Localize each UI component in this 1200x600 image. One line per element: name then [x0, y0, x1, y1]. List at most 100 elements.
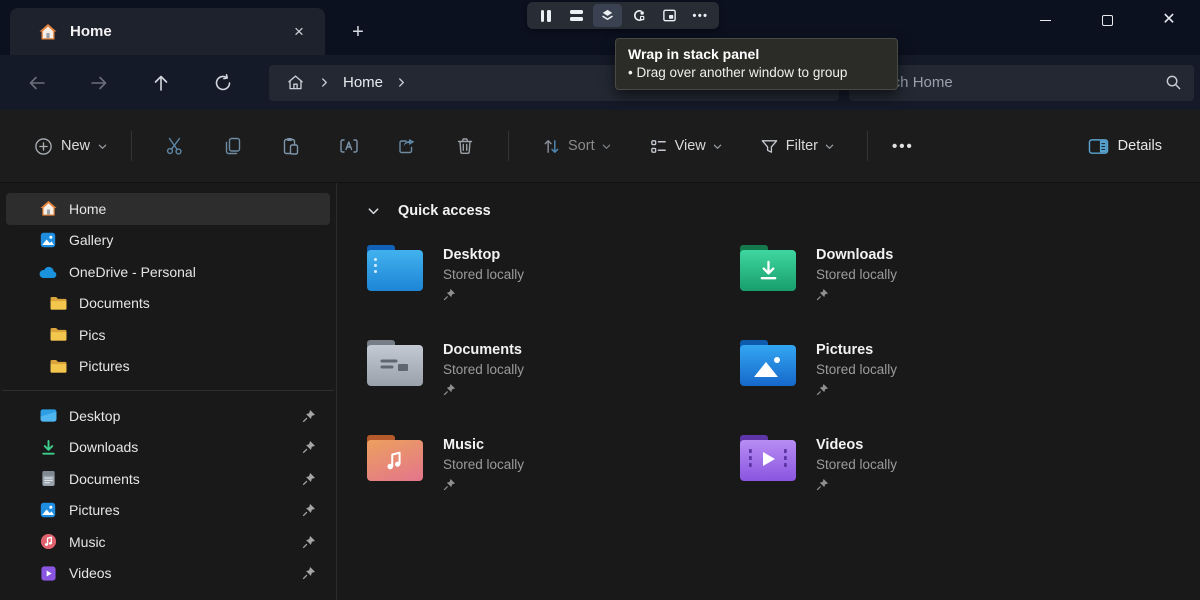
search-icon[interactable] — [1165, 74, 1182, 91]
pin-icon — [302, 472, 316, 486]
tile-column-right: Downloads Stored locally — [740, 245, 1113, 496]
rows-icon[interactable] — [562, 4, 591, 27]
pin-icon — [443, 288, 456, 301]
chevron-down-icon — [98, 142, 107, 151]
chevron-down-icon[interactable] — [367, 205, 380, 218]
sidebar-divider — [2, 390, 334, 391]
back-button[interactable] — [17, 65, 57, 101]
tile-downloads[interactable]: Downloads Stored locally — [740, 245, 1113, 306]
videos-folder-icon — [740, 435, 796, 481]
tile-column-left: Desktop Stored locally — [367, 245, 740, 496]
details-button[interactable]: Details — [1078, 131, 1172, 162]
tile-name: Music — [443, 437, 524, 453]
onedrive-cloud-icon — [38, 262, 58, 282]
pin-icon — [443, 383, 456, 396]
sidebar-item-home[interactable]: Home — [6, 193, 330, 225]
tile-documents[interactable]: Documents Stored locally — [367, 340, 740, 401]
chevron-right-icon[interactable] — [389, 78, 414, 87]
tab-title: Home — [70, 23, 285, 40]
pause-icon[interactable] — [531, 4, 560, 27]
sidebar-item-downloads[interactable]: Downloads — [6, 432, 330, 464]
sidebar-item-label: Music — [69, 534, 302, 550]
pip-icon[interactable] — [655, 4, 684, 27]
sort-label: Sort — [568, 138, 595, 154]
tile-pictures[interactable]: Pictures Stored locally — [740, 340, 1113, 401]
quick-access-header[interactable]: Quick access — [367, 203, 1200, 219]
explorer-tab-home[interactable]: Home × — [10, 8, 325, 55]
tile-name: Downloads — [816, 247, 897, 263]
forward-button[interactable] — [79, 65, 119, 101]
address-bar: Home — [0, 55, 1200, 110]
tile-music[interactable]: Music Stored locally — [367, 435, 740, 496]
file-list-pane: Quick access Desktop Stored locally — [336, 183, 1200, 600]
share-button[interactable] — [385, 126, 429, 166]
tile-status: Stored locally — [443, 457, 524, 472]
rename-button[interactable] — [327, 126, 371, 166]
sidebar-item-label: Pics — [79, 327, 322, 343]
refresh-button[interactable] — [203, 65, 243, 101]
more-options-button[interactable]: ••• — [892, 138, 914, 155]
maximize-button[interactable] — [1076, 0, 1138, 40]
sidebar-item-label: Home — [69, 201, 322, 217]
sidebar-item-label: Pictures — [79, 358, 322, 374]
sidebar-item-onedrive[interactable]: OneDrive - Personal — [6, 256, 330, 288]
close-button[interactable]: ✕ — [1138, 0, 1200, 40]
desktop-folder-icon — [367, 245, 423, 291]
add-tab-button[interactable]: + — [343, 18, 373, 46]
pictures-icon — [38, 500, 58, 520]
filter-button[interactable]: Filter — [750, 131, 844, 162]
minimize-button[interactable] — [1014, 0, 1076, 40]
tooltip-body: • Drag over another window to group — [628, 65, 885, 80]
pin-icon — [302, 566, 316, 580]
pin-icon — [816, 383, 829, 396]
tile-status: Stored locally — [816, 457, 897, 472]
maximize-icon — [1102, 15, 1113, 26]
chevron-down-icon — [713, 142, 722, 151]
view-button[interactable]: View — [639, 131, 732, 162]
sidebar-item-label: Videos — [69, 565, 302, 581]
sidebar-item-label: Downloads — [69, 439, 302, 455]
sidebar-item-documents-pinned[interactable]: Documents — [6, 463, 330, 495]
tile-status: Stored locally — [443, 267, 524, 282]
home-icon[interactable] — [279, 74, 312, 91]
pin-icon — [302, 409, 316, 423]
stack-tooltip: Wrap in stack panel • Drag over another … — [615, 38, 898, 90]
quick-access-title: Quick access — [398, 203, 491, 219]
sidebar-item-label: Desktop — [69, 408, 302, 424]
pin-icon — [816, 478, 829, 491]
sidebar-item-desktop[interactable]: Desktop — [6, 400, 330, 432]
group-icon[interactable] — [624, 4, 653, 27]
cut-button[interactable] — [153, 126, 197, 166]
close-tab-icon[interactable]: × — [285, 18, 313, 46]
breadcrumb-item-home[interactable]: Home — [337, 74, 389, 91]
sidebar-item-pics[interactable]: Pics — [6, 319, 330, 351]
tile-name: Documents — [443, 342, 524, 358]
tile-desktop[interactable]: Desktop Stored locally — [367, 245, 740, 306]
sidebar-item-pictures[interactable]: Pictures — [6, 351, 330, 383]
pin-icon — [302, 503, 316, 517]
up-button[interactable] — [141, 65, 181, 101]
search-box[interactable] — [849, 65, 1194, 101]
new-button[interactable]: New — [24, 131, 117, 162]
downloads-icon — [38, 437, 58, 457]
details-label: Details — [1118, 138, 1162, 154]
home-icon — [38, 22, 58, 42]
search-input[interactable] — [861, 74, 1165, 91]
music-folder-icon — [367, 435, 423, 481]
more-icon[interactable]: ••• — [686, 4, 715, 27]
sidebar-item-music[interactable]: Music — [6, 526, 330, 558]
sidebar-item-pictures-pinned[interactable]: Pictures — [6, 495, 330, 527]
videos-icon — [38, 563, 58, 583]
sidebar-item-videos[interactable]: Videos — [6, 558, 330, 590]
content-area: Home Gallery OneDrive - Personal — [0, 183, 1200, 600]
sidebar-item-gallery[interactable]: Gallery — [6, 225, 330, 257]
layers-icon[interactable] — [593, 4, 622, 27]
sidebar-item-documents[interactable]: Documents — [6, 288, 330, 320]
tile-videos[interactable]: Videos Stored locally — [740, 435, 1113, 496]
sort-button[interactable]: Sort — [532, 131, 621, 162]
view-label: View — [675, 138, 706, 154]
copy-button[interactable] — [211, 126, 255, 166]
delete-button[interactable] — [443, 126, 487, 166]
sort-icon — [542, 137, 561, 156]
paste-button[interactable] — [269, 126, 313, 166]
